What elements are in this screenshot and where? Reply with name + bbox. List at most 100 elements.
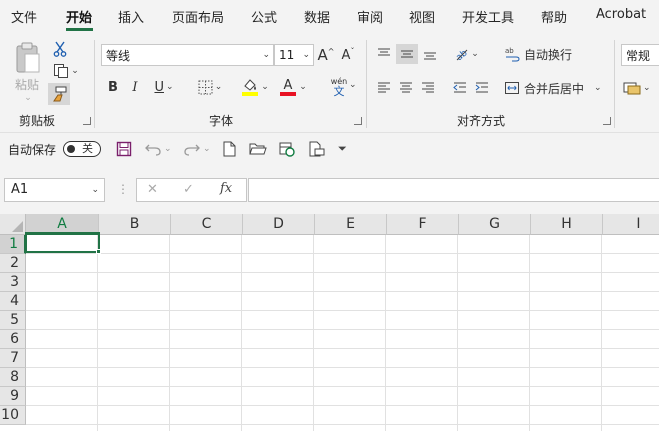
grow-font-button[interactable]: A ^ [316,44,336,66]
row-header[interactable]: 7 [0,349,26,368]
tab-insert[interactable]: 插入 [118,7,144,26]
paste-button[interactable]: 粘贴 ⌄ [10,40,44,104]
column-header[interactable]: B [99,214,171,235]
tab-formulas[interactable]: 公式 [251,7,277,26]
formula-input[interactable] [248,178,659,202]
tab-page-layout[interactable]: 页面布局 [172,7,224,26]
number-format-select[interactable]: 常规 [621,44,659,66]
alignment-launcher-icon[interactable] [603,117,611,125]
align-top-button[interactable] [374,44,394,64]
cell-area[interactable] [26,235,659,431]
align-left-button[interactable] [374,78,394,98]
customize-qat-button[interactable]: ⏷ [338,139,347,159]
tab-view[interactable]: 视图 [409,7,435,26]
column-header[interactable]: D [243,214,315,235]
align-bottom-button[interactable] [420,44,440,64]
formula-bar-grip-icon[interactable]: ⋮ [117,182,129,196]
fill-handle[interactable] [96,249,101,254]
cut-button[interactable] [50,39,70,59]
tab-data[interactable]: 数据 [304,7,330,26]
row-header[interactable]: 3 [0,273,26,292]
confirm-entry-button[interactable]: ✓ [183,182,194,197]
column-header[interactable]: G [459,214,531,235]
clipboard-launcher-icon[interactable] [83,117,91,125]
column-header[interactable]: I [603,214,659,235]
accounting-format-button[interactable]: ⌄ [623,78,659,98]
row-header[interactable]: 5 [0,311,26,330]
row-header[interactable]: 10 [0,406,26,425]
font-size-select[interactable]: 11 ⌄ [274,44,314,66]
row-header[interactable]: 4 [0,292,26,311]
chevron-down-icon: ⌄ [24,92,32,103]
open-file-button[interactable] [249,139,267,159]
copy-button[interactable]: ⌄ [50,61,82,81]
merge-center-button[interactable]: 合并后居中 ⌄ [504,77,604,99]
align-middle-button[interactable] [396,44,418,64]
align-bottom-icon [424,52,436,60]
text-orientation-icon: ab [455,48,470,62]
tab-review[interactable]: 审阅 [357,7,383,26]
font-name-select[interactable]: 等线 ⌄ [101,44,274,66]
undo-button[interactable]: ⌄ [144,139,172,159]
insert-function-button[interactable]: fx [220,181,232,196]
divider [366,40,367,128]
copy-icon [54,64,69,78]
column-header[interactable]: F [387,214,459,235]
bold-button[interactable]: B [104,77,122,97]
align-center-button[interactable] [396,78,416,98]
folder-icon [249,143,267,155]
font-color-button[interactable]: A ⌄ [276,76,310,98]
row-header[interactable]: 1 [0,235,26,254]
accounting-format-icon [623,82,641,95]
select-all-button[interactable] [0,214,26,235]
column-header[interactable]: H [531,214,603,235]
row-header[interactable]: 8 [0,368,26,387]
save-button[interactable] [116,139,132,159]
row-header[interactable]: 2 [0,254,26,273]
font-group-label: 字体 [209,114,234,128]
new-file-button[interactable] [222,139,236,159]
active-cell-a1[interactable] [25,232,100,253]
increase-indent-button[interactable] [472,78,492,98]
italic-button[interactable]: I [126,77,144,97]
chevron-down-icon[interactable]: ⌄ [349,80,357,90]
wrap-text-button[interactable]: ab 自动换行 [504,44,576,64]
font-launcher-icon[interactable] [354,117,362,125]
tab-file[interactable]: 文件 [11,7,37,26]
bold-icon: B [108,79,118,95]
cancel-entry-button[interactable]: ✕ [147,182,158,197]
merge-cells-icon [505,82,519,94]
refresh-all-button[interactable] [278,139,296,159]
name-box[interactable]: A1 ⌄ [4,178,105,202]
chevron-down-icon: ⌄ [71,66,79,76]
undo-icon [145,144,161,156]
row-header[interactable]: 6 [0,330,26,349]
print-preview-button[interactable] [308,139,326,159]
underline-button[interactable]: U ⌄ [148,77,180,97]
increase-indent-icon [475,82,488,93]
chevron-down-icon: ⌄ [302,50,310,60]
wrap-text-icon: ab [505,47,520,62]
align-right-button[interactable] [418,78,438,98]
chevron-down-icon: ⌄ [214,82,223,92]
orientation-button[interactable]: ab ⌄ [450,44,482,64]
decrease-indent-button[interactable] [450,78,470,98]
format-painter-button[interactable] [48,83,70,105]
quick-access-toolbar: 自动保存 关 ⌄ ⌄ ⏷ [0,132,659,164]
tab-developer[interactable]: 开发工具 [462,7,514,26]
shrink-font-button[interactable]: Aˇ [338,44,358,66]
column-header[interactable]: C [171,214,243,235]
autosave-toggle[interactable]: 关 [63,141,101,157]
column-header[interactable]: E [315,214,387,235]
tab-help[interactable]: 帮助 [541,7,567,26]
redo-button[interactable]: ⌄ [183,139,211,159]
chevron-down-icon: ⌄ [261,82,269,92]
paste-label: 粘贴 [14,77,39,92]
borders-button[interactable]: ⌄ [192,77,228,97]
row-header[interactable]: 9 [0,387,26,406]
fill-color-button[interactable]: ⌄ [238,76,272,98]
chevron-down-icon: ⌄ [165,82,174,92]
tab-home[interactable]: 开始 [66,7,92,26]
tab-acrobat[interactable]: Acrobat [596,7,646,22]
print-preview-icon [309,141,325,157]
